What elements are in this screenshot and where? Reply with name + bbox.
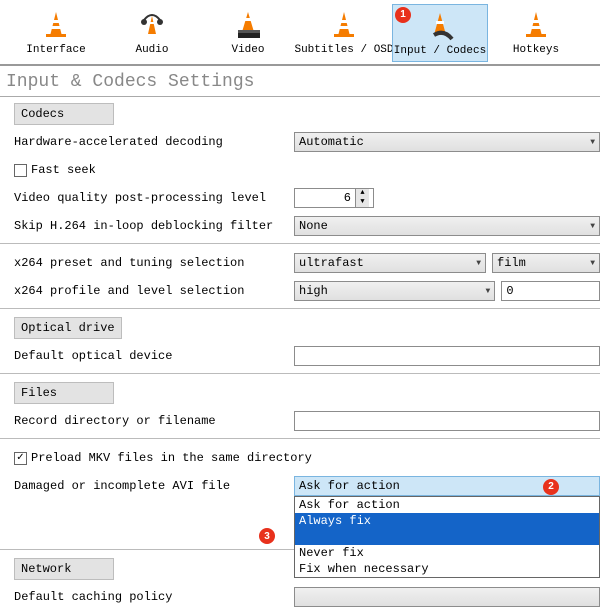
skip-h264-label: Skip H.264 in-loop deblocking filter xyxy=(14,219,294,233)
preload-mkv-label: Preload MKV files in the same directory xyxy=(31,451,312,465)
spin-up-icon[interactable]: ▲ xyxy=(355,189,369,198)
tab-video[interactable]: Video xyxy=(200,4,296,62)
cone-icon xyxy=(520,8,552,40)
fast-seek-checkbox[interactable] xyxy=(14,164,27,177)
tab-label: Input / Codecs xyxy=(394,45,486,57)
x264-tuning-combo[interactable]: film xyxy=(492,253,600,273)
vq-input[interactable] xyxy=(295,191,355,205)
settings-content: Codecs Hardware-accelerated decoding Aut… xyxy=(0,97,600,608)
avi-option[interactable]: Never fix xyxy=(295,545,599,561)
optical-device-label: Default optical device xyxy=(14,349,294,363)
vq-spinner[interactable]: ▲▼ xyxy=(294,188,374,208)
tab-interface[interactable]: Interface xyxy=(8,4,104,62)
caching-combo[interactable] xyxy=(294,587,600,607)
cone-icon xyxy=(328,8,360,40)
tab-audio[interactable]: Audio xyxy=(104,4,200,62)
cone-headphones-icon xyxy=(136,8,168,40)
cone-icon xyxy=(40,8,72,40)
annotation-badge-3: 3 xyxy=(259,528,275,544)
annotation-badge-2: 2 xyxy=(543,479,559,495)
annotation-badge-1: 1 xyxy=(395,7,411,23)
tab-input-codecs[interactable]: 1 Input / Codecs xyxy=(392,4,488,62)
hw-decode-combo[interactable]: Automatic xyxy=(294,132,600,152)
record-dir-label: Record directory or filename xyxy=(14,414,294,428)
record-dir-input[interactable] xyxy=(294,411,600,431)
tab-label: Subtitles / OSD xyxy=(294,44,393,56)
avi-dropdown-list: Ask for action Always fix 3 Never fix Fi… xyxy=(294,496,600,578)
avi-dropdown[interactable]: Ask for action 2 Ask for action Always f… xyxy=(294,476,600,496)
settings-toolbar: Interface Audio Video Subtitles / OSD 1 … xyxy=(0,0,600,66)
caching-label: Default caching policy xyxy=(14,590,294,604)
x264-preset-combo[interactable]: ultrafast xyxy=(294,253,486,273)
cone-clapper-icon xyxy=(232,8,264,40)
avi-option[interactable]: Fix when necessary xyxy=(295,561,599,577)
avi-option[interactable]: Always fix 3 xyxy=(295,513,599,545)
fast-seek-label: Fast seek xyxy=(31,163,96,177)
hw-decode-label: Hardware-accelerated decoding xyxy=(14,135,294,149)
tab-label: Audio xyxy=(135,44,168,56)
page-title: Input & Codecs Settings xyxy=(0,72,600,97)
cone-film-icon xyxy=(424,9,456,41)
x264-profile-label: x264 profile and level selection xyxy=(14,284,294,298)
tab-label: Video xyxy=(231,44,264,56)
x264-preset-label: x264 preset and tuning selection xyxy=(14,256,294,270)
skip-h264-combo[interactable]: None xyxy=(294,216,600,236)
tab-label: Interface xyxy=(26,44,85,56)
x264-profile-combo[interactable]: high xyxy=(294,281,495,301)
optical-device-input[interactable] xyxy=(294,346,600,366)
avi-option[interactable]: Ask for action xyxy=(295,497,599,513)
avi-label: Damaged or incomplete AVI file xyxy=(14,479,294,493)
group-codecs: Codecs xyxy=(14,103,114,125)
tab-subtitles[interactable]: Subtitles / OSD xyxy=(296,4,392,62)
vq-label: Video quality post-processing level xyxy=(14,191,294,205)
spin-down-icon[interactable]: ▼ xyxy=(355,198,369,207)
tab-label: Hotkeys xyxy=(513,44,559,56)
group-files: Files xyxy=(14,382,114,404)
x264-level-input[interactable] xyxy=(501,281,600,301)
group-network: Network xyxy=(14,558,114,580)
preload-mkv-checkbox[interactable]: ✓ xyxy=(14,452,27,465)
tab-hotkeys[interactable]: Hotkeys xyxy=(488,4,584,62)
group-optical: Optical drive xyxy=(14,317,122,339)
